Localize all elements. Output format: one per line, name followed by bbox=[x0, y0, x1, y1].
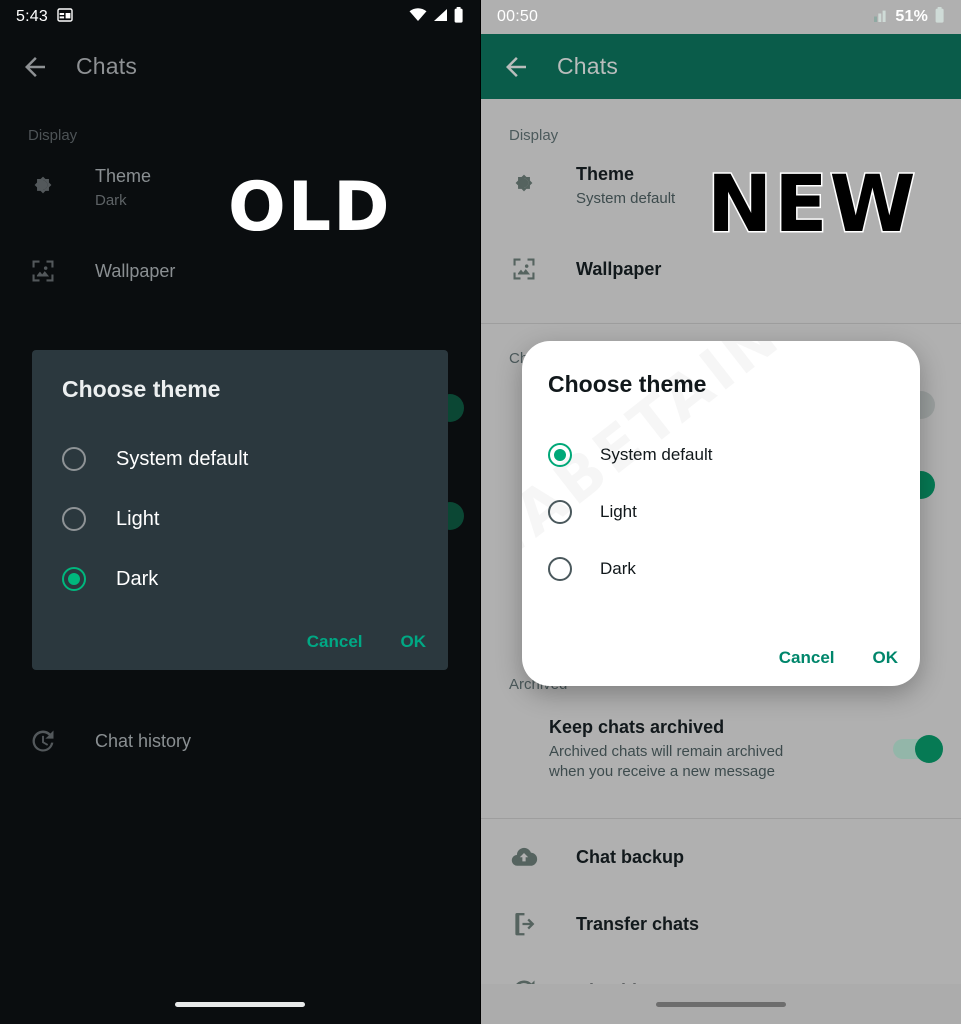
nav-bar-old bbox=[0, 984, 480, 1024]
dialog-actions: Cancel OK bbox=[779, 648, 898, 668]
battery-icon bbox=[453, 6, 464, 28]
radio-icon-selected[interactable] bbox=[548, 442, 572, 467]
settings-row-wallpaper[interactable]: Wallpaper bbox=[0, 243, 480, 299]
radio-icon[interactable] bbox=[62, 507, 86, 531]
signal-icon bbox=[874, 8, 890, 27]
theme-option-label: Dark bbox=[116, 567, 159, 590]
choose-theme-dialog-new: WABETAINFO Choose theme System default L… bbox=[522, 341, 920, 686]
status-bar-new: 00:50 51% bbox=[481, 0, 961, 34]
theme-option-label: Dark bbox=[600, 558, 636, 578]
status-bar-old: 5:43 bbox=[0, 0, 480, 34]
theme-brightness-icon bbox=[28, 173, 58, 203]
settings-row-title: Chat history bbox=[95, 731, 192, 751]
settings-row-title: Wallpaper bbox=[95, 261, 176, 281]
comparison-screenshot: 5:43 Chats Display Theme Dark Wallpaper … bbox=[0, 0, 961, 1024]
wallpaper-icon bbox=[509, 254, 539, 284]
settings-row-subtitle: Archived chats will remain archived when… bbox=[549, 743, 784, 780]
app-bar-old: Chats bbox=[0, 34, 480, 99]
wallpaper-icon bbox=[28, 256, 58, 286]
list-divider bbox=[481, 323, 961, 324]
transfer-chats-icon bbox=[509, 909, 539, 939]
choose-theme-dialog-old: Choose theme System default Light Dark C… bbox=[32, 350, 448, 670]
old-badge: OLD bbox=[228, 168, 392, 247]
battery-icon bbox=[934, 6, 945, 28]
dialog-title: Choose theme bbox=[62, 376, 221, 402]
signal-icon bbox=[432, 8, 448, 27]
theme-option-label: Light bbox=[116, 507, 160, 530]
page-title: Chats bbox=[557, 53, 619, 79]
settings-row-title: Transfer chats bbox=[576, 914, 700, 934]
dialog-title: Choose theme bbox=[548, 371, 707, 397]
theme-option-label: System default bbox=[116, 447, 249, 470]
settings-row-chat-backup[interactable]: Chat backup bbox=[481, 829, 961, 885]
dialog-actions: Cancel OK bbox=[307, 632, 426, 652]
chat-backup-icon bbox=[509, 842, 539, 872]
battery-percent: 51% bbox=[895, 8, 928, 25]
theme-option-system-default[interactable]: System default bbox=[548, 426, 896, 483]
theme-option-label: Light bbox=[600, 501, 637, 521]
theme-option-system-default[interactable]: System default bbox=[62, 429, 428, 489]
ok-button[interactable]: OK bbox=[401, 632, 427, 652]
new-phone-panel: 00:50 51% Chats Display Theme System def… bbox=[481, 0, 961, 1024]
section-header-display: Display bbox=[509, 127, 559, 144]
theme-option-light[interactable]: Light bbox=[548, 483, 896, 540]
theme-option-dark[interactable]: Dark bbox=[548, 540, 896, 597]
theme-option-dark[interactable]: Dark bbox=[62, 549, 428, 609]
ok-button[interactable]: OK bbox=[873, 648, 899, 668]
settings-row-transfer-chats[interactable]: Transfer chats bbox=[481, 896, 961, 952]
app-bar-new: Chats bbox=[481, 34, 961, 99]
new-badge: NEW bbox=[706, 159, 918, 252]
settings-row-title: Wallpaper bbox=[576, 259, 662, 279]
nav-handle[interactable] bbox=[175, 1001, 305, 1007]
old-phone-panel: 5:43 Chats Display Theme Dark Wallpaper … bbox=[0, 0, 480, 1024]
nav-bar-new bbox=[481, 984, 961, 1024]
status-bar-time: 00:50 bbox=[497, 8, 539, 25]
cancel-button[interactable]: Cancel bbox=[779, 648, 835, 668]
status-bar-time: 5:43 bbox=[16, 8, 48, 25]
cancel-button[interactable]: Cancel bbox=[307, 632, 363, 652]
theme-option-light[interactable]: Light bbox=[62, 489, 428, 549]
settings-row-keep-chats-archived[interactable]: Keep chats archived Archived chats will … bbox=[481, 707, 961, 790]
chat-history-icon bbox=[28, 726, 58, 756]
back-arrow-icon[interactable] bbox=[501, 52, 531, 82]
calendar-icon bbox=[57, 7, 73, 28]
theme-brightness-icon bbox=[509, 171, 539, 201]
nav-handle[interactable] bbox=[656, 1001, 786, 1007]
radio-icon-selected[interactable] bbox=[62, 567, 86, 591]
radio-icon[interactable] bbox=[62, 447, 86, 471]
back-arrow-icon[interactable] bbox=[20, 52, 50, 82]
wifi-icon bbox=[409, 7, 427, 27]
settings-row-title: Chat backup bbox=[576, 847, 685, 867]
page-title: Chats bbox=[76, 53, 138, 79]
toggle-knob bbox=[915, 734, 943, 763]
section-header-display: Display bbox=[28, 127, 78, 144]
radio-icon[interactable] bbox=[548, 499, 572, 524]
keep-chats-archived-toggle[interactable] bbox=[893, 733, 945, 765]
radio-icon[interactable] bbox=[548, 556, 572, 581]
list-divider bbox=[481, 818, 961, 819]
theme-option-label: System default bbox=[600, 444, 713, 464]
settings-row-title: Keep chats archived bbox=[549, 717, 725, 737]
settings-row-chat-history[interactable]: Chat history bbox=[0, 713, 480, 769]
